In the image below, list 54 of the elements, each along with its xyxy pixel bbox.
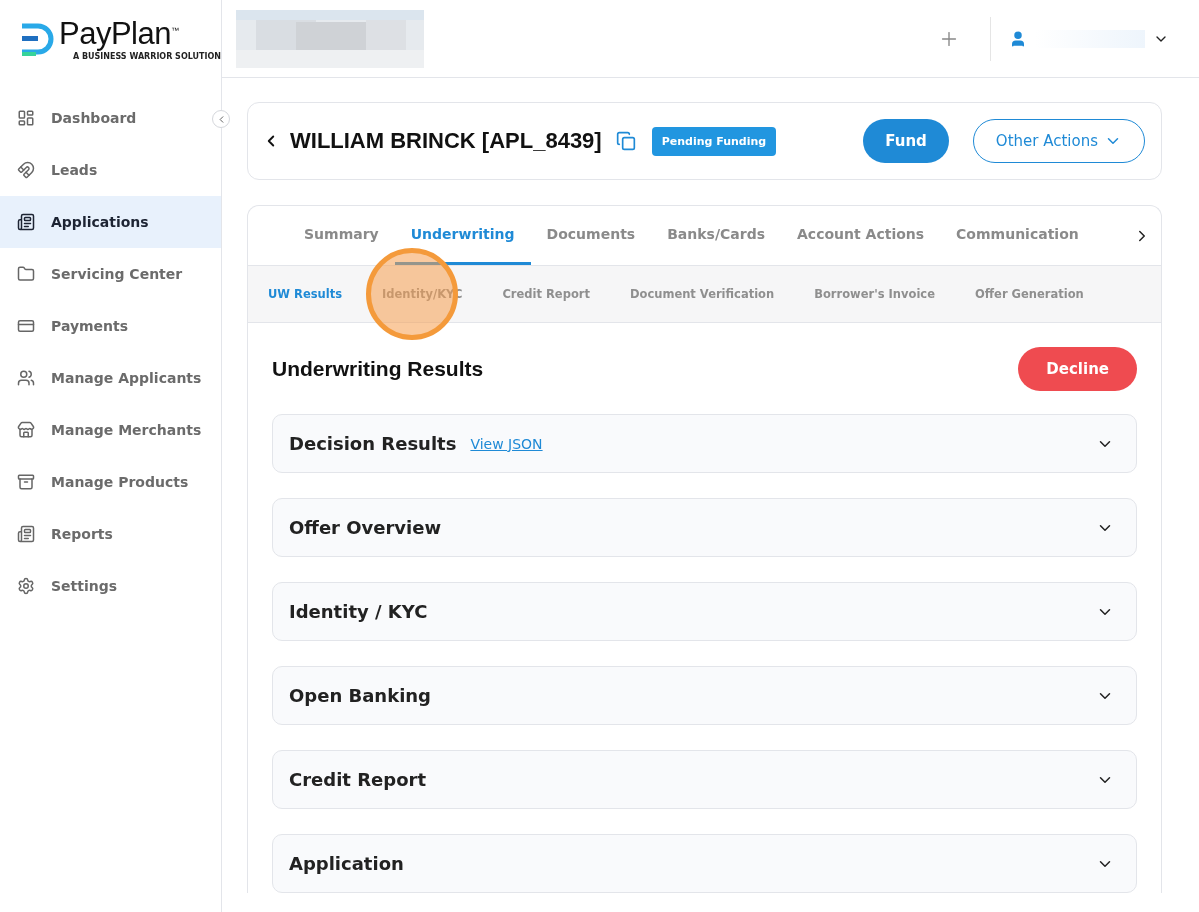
accordion-title: Identity / KYC <box>289 601 428 622</box>
subtab[interactable]: Offer Generation <box>975 287 1084 301</box>
magnet-icon <box>17 161 35 179</box>
archive-icon <box>17 473 35 491</box>
sidebar-item[interactable]: Reports <box>0 508 221 560</box>
card-icon <box>17 317 35 335</box>
status-badge: Pending Funding <box>651 126 777 156</box>
people-icon <box>17 369 35 387</box>
accordion-header[interactable]: Open Banking <box>272 666 1137 725</box>
accordion-title: Application <box>289 853 404 874</box>
sidebar-item[interactable]: Manage Applicants <box>0 352 221 404</box>
accordion-title: Offer Overview <box>289 517 442 538</box>
actions-dropdown[interactable]: Other Actions <box>972 119 1145 163</box>
user-icon <box>1009 29 1027 48</box>
store-icon <box>17 421 35 439</box>
view-json-link[interactable]: View JSON <box>470 435 543 452</box>
brand-tagline: A BUSINESS WARRIOR SOLUTION <box>73 51 221 61</box>
tab[interactable]: Communication <box>940 206 1095 265</box>
accordion-header[interactable]: Identity / KYC <box>272 582 1137 641</box>
sidebar-item[interactable]: Dashboard <box>0 92 221 144</box>
decline-button[interactable]: Decline <box>1018 347 1137 391</box>
fund-button[interactable]: Fund <box>863 119 949 163</box>
sidebar-item[interactable]: Manage Products <box>0 456 221 508</box>
accordion-header[interactable]: Offer Overview <box>272 498 1137 557</box>
tab[interactable]: Banks/Cards <box>651 206 781 265</box>
accordion-title: Credit Report <box>289 769 427 790</box>
copy-button[interactable] <box>615 131 636 151</box>
sidebar-item[interactable]: Payments <box>0 300 221 352</box>
accordion-header[interactable]: Credit Report <box>272 750 1137 809</box>
tab[interactable]: Account Actions <box>781 206 941 265</box>
sidebar-item[interactable]: Servicing Center <box>0 248 221 300</box>
sidebar-item[interactable]: Applications <box>0 196 221 248</box>
tab[interactable]: Documents <box>530 206 652 265</box>
settings-icon <box>17 577 35 595</box>
list-icon <box>17 213 35 231</box>
accordion-title: Open Banking <box>289 685 431 706</box>
brand-name: PayPlan$^{™}$ <box>59 17 180 49</box>
subtab[interactable]: UW Results <box>268 287 342 301</box>
list-icon <box>17 525 35 543</box>
subtab[interactable]: Credit Report <box>502 287 590 301</box>
tab[interactable]: Summary <box>288 206 395 265</box>
sidebar-item[interactable]: Manage Merchants <box>0 404 221 456</box>
section-title: Underwriting Results <box>272 357 484 381</box>
dashboard-icon <box>17 109 35 127</box>
applicant-title: WILLIAM BRINCK [APL_8439] <box>290 128 602 154</box>
subtab[interactable]: Document Verification <box>629 287 775 301</box>
sidebar-item[interactable]: Settings <box>0 560 221 612</box>
accordion-title: Decision Results <box>289 433 457 454</box>
folder-icon <box>17 265 35 283</box>
accordion-header[interactable]: Decision Results View JSON <box>272 414 1137 473</box>
logo-icon <box>20 22 54 56</box>
subtab[interactable]: Borrower's Invoice <box>814 287 935 301</box>
accordion-header[interactable]: Application <box>272 834 1137 893</box>
sidebar-item[interactable]: Leads <box>0 144 221 196</box>
